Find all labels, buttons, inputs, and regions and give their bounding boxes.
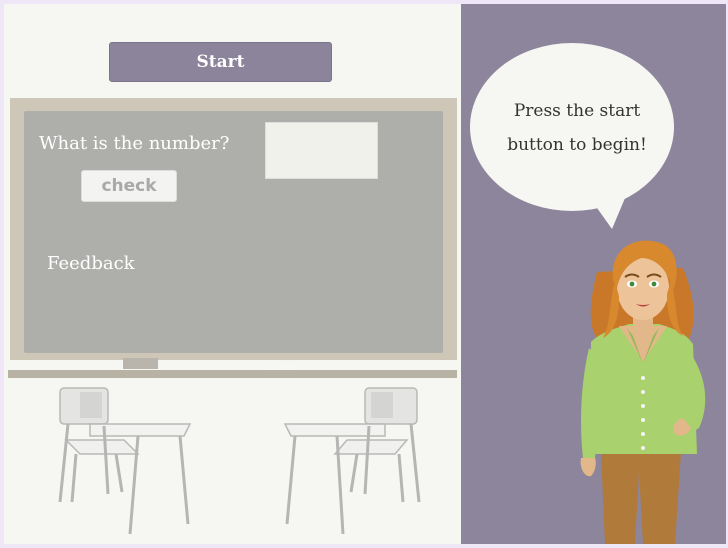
feedback-text: Feedback xyxy=(47,253,135,274)
speech-line-2: button to begin! xyxy=(507,135,647,155)
teacher-panel: Press the start button to begin! xyxy=(461,4,726,544)
eraser-icon xyxy=(123,358,158,369)
speech-line-1: Press the start xyxy=(513,101,641,121)
question-text: What is the number? xyxy=(39,133,230,154)
speech-text: Press the start button to begin! xyxy=(477,94,677,162)
chalkboard-ledge xyxy=(8,370,457,378)
check-button[interactable]: check xyxy=(81,170,177,202)
student-desk-right xyxy=(283,387,421,534)
student-desk-left xyxy=(58,387,192,534)
app-frame: Start What is the number? check Feedback xyxy=(4,4,726,544)
answer-input[interactable] xyxy=(265,122,378,179)
classroom-panel: Start What is the number? check Feedback xyxy=(4,4,461,544)
start-button[interactable]: Start xyxy=(109,42,332,82)
teacher-avatar xyxy=(580,240,706,544)
